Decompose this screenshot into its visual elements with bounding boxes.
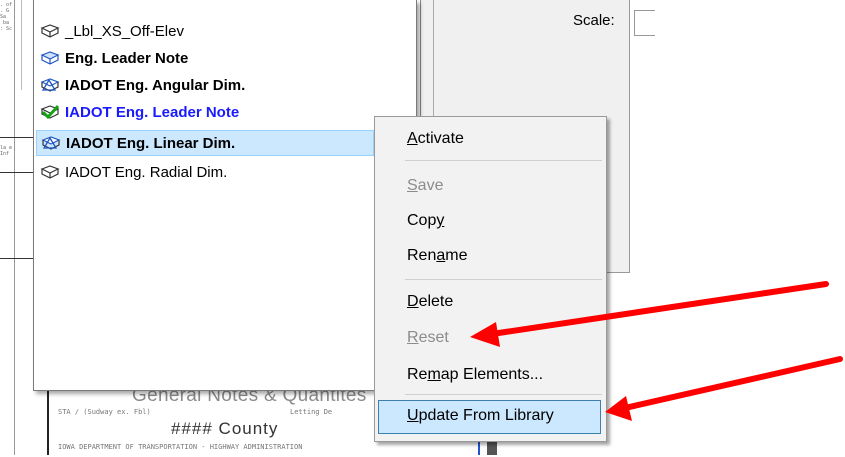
annotation-arrows xyxy=(470,281,843,421)
annotation-arrow-update xyxy=(605,356,843,421)
annotation-arrow-reset xyxy=(470,281,829,347)
